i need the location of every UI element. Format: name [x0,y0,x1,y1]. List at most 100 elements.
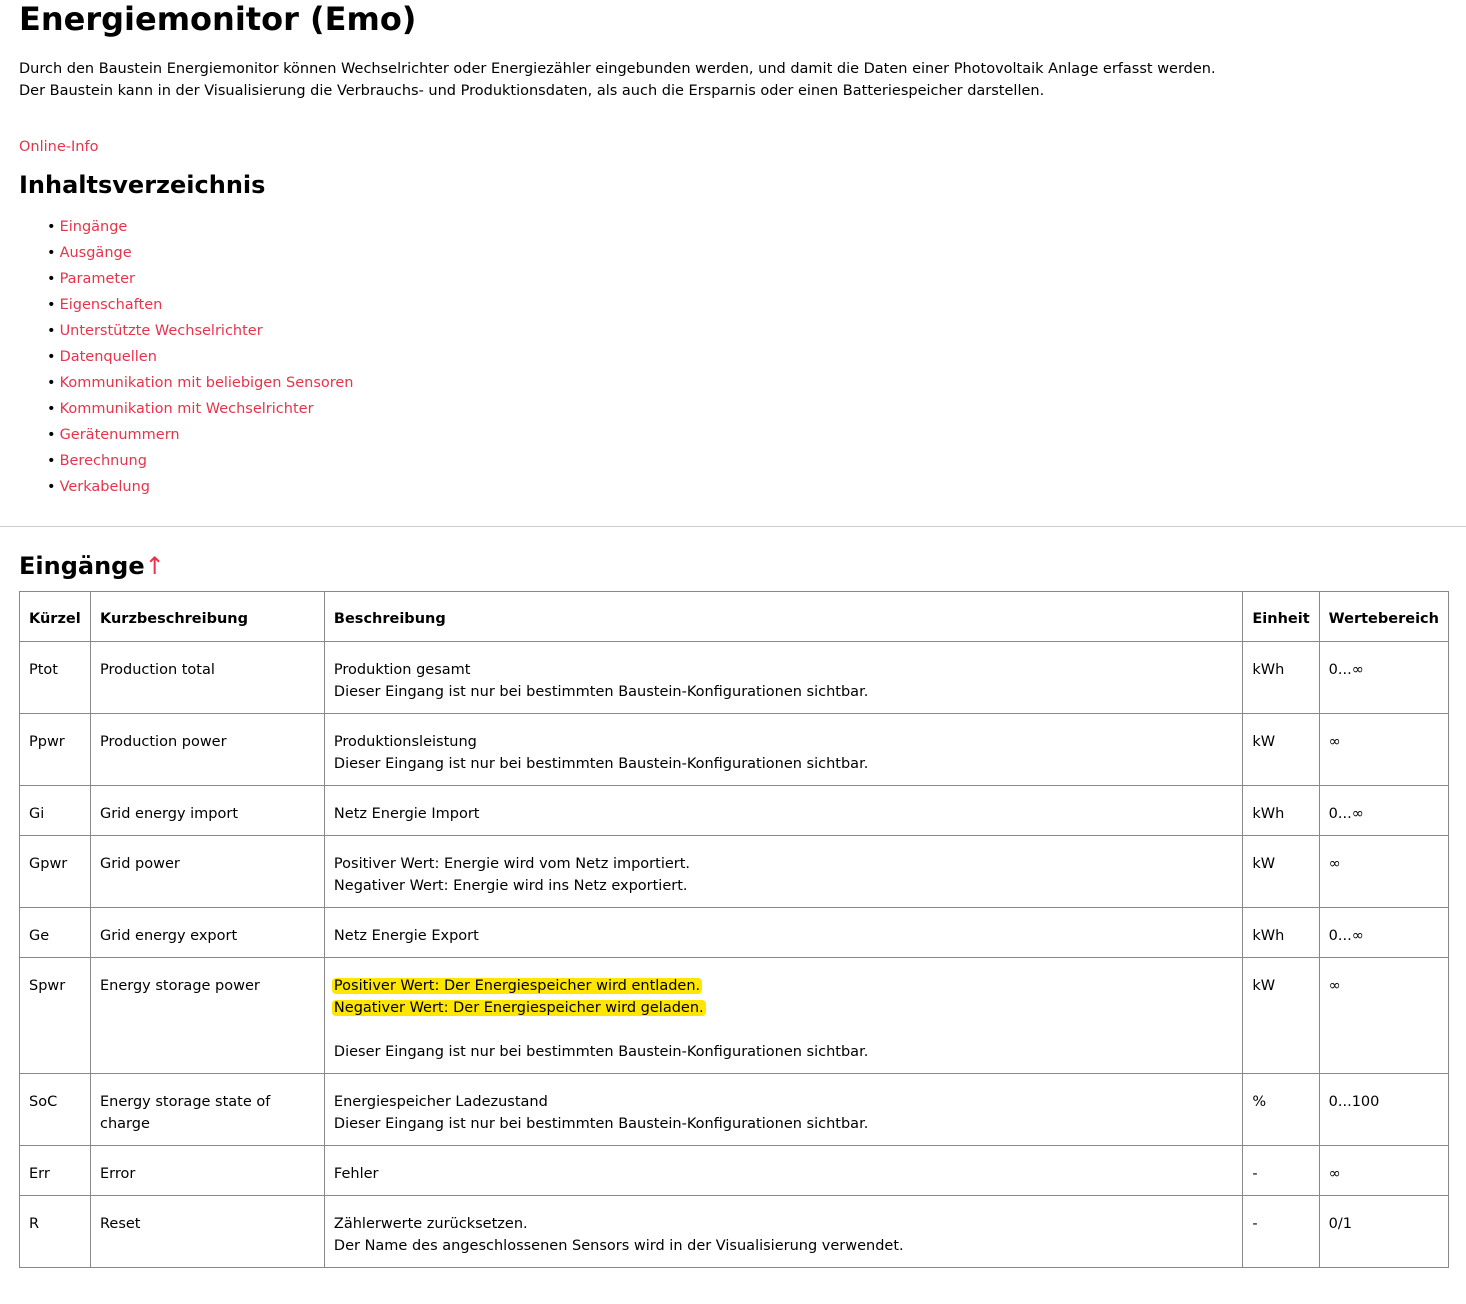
table-row: Gpwr Grid power Positiver Wert: Energie wi… [19,835,1450,908]
cell-unit: kW [1242,713,1320,786]
cell-range: 0...∞ [1318,907,1450,958]
cell-unit: - [1242,1145,1320,1196]
description-line: Netz Energie Export [334,925,1233,947]
cell-short-description: Grid energy export [89,907,325,958]
inputs-table: Kürzel Kurzbeschreibung Beschreibung Einhei… [19,591,1450,1268]
cell-range: ∞ [1318,957,1450,1074]
toc-link[interactable]: Kommunikation mit beliebigen Sensoren [60,375,354,391]
intro-text: Durch den Baustein Energiemonitor können… [19,58,1447,102]
back-to-top-link[interactable]: ↑ [145,552,165,580]
cell-unit: kW [1242,957,1320,1074]
table-row: Err Error Fehler - ∞ [19,1145,1450,1196]
section-title-text: Eingänge [19,552,145,580]
cell-range: ∞ [1318,713,1450,786]
description-text: Netz Energie Import [333,806,480,822]
table-row: R Reset Zählerwerte zurücksetzen. Der Name … [19,1195,1450,1268]
column-header: Wertebereich [1318,591,1450,642]
cell-unit: kWh [1242,907,1320,958]
description-line: Energiespeicher Ladezustand [334,1091,1233,1113]
highlighted-text: Negativer Wert: Der Energiespeicher wird… [331,1000,706,1016]
description-line: Produktion gesamt [334,659,1233,681]
table-row: Spwr Energy storage power Positiver Wert: … [19,957,1450,1074]
cell-range: 0...100 [1318,1073,1450,1146]
toc-link[interactable]: Berechnung [60,453,147,469]
description-line: Positiver Wert: Der Energiespeicher wird… [331,975,1233,997]
online-info-link[interactable]: Online-Info [19,136,1447,158]
toc-link[interactable]: Eingänge [60,219,128,235]
toc-link[interactable]: Eigenschaften [60,297,163,313]
description-text: Positiver Wert: Energie wird vom Netz im… [333,856,691,872]
toc-list: Eingänge Ausgänge Parameter Eigenschaften Un… [19,214,1447,500]
cell-short-description: Grid energy import [89,785,325,836]
description-text: Dieser Eingang ist nur bei bestimmten Ba… [333,1116,869,1132]
description-line: Positiver Wert: Energie wird vom Netz im… [334,853,1233,875]
cell-abbreviation: Spwr [19,957,91,1074]
toc-item: Eingänge [47,214,1447,240]
toc-item: Verkabelung [47,474,1447,500]
description-text: Energiespeicher Ladezustand [333,1094,548,1110]
description-line: Netz Energie Import [334,803,1233,825]
cell-abbreviation: Ge [19,907,91,958]
column-header: Kurzbeschreibung [89,591,325,642]
cell-description: Positiver Wert: Der Energiespeicher wird… [323,957,1244,1074]
description-line: Der Name des angeschlossenen Sensors wir… [334,1235,1233,1257]
toc-item: Berechnung [47,448,1447,474]
cell-short-description: Grid power [89,835,325,908]
cell-abbreviation: SoC [19,1073,91,1146]
toc-item: Eigenschaften [47,292,1447,318]
cell-short-description: Energy storage state of charge [89,1073,325,1146]
cell-unit: % [1242,1073,1320,1146]
cell-description: Fehler [323,1145,1244,1196]
toc-link[interactable]: Gerätenummern [60,427,180,443]
cell-range: 0...∞ [1318,785,1450,836]
description-text: Fehler [333,1166,379,1182]
toc-item: Kommunikation mit beliebigen Sensoren [47,370,1447,396]
description-line: Fehler [334,1163,1233,1185]
cell-unit: kWh [1242,641,1320,714]
cell-description: Energiespeicher Ladezustand Dieser Eingan… [323,1073,1244,1146]
cell-unit: kW [1242,835,1320,908]
toc-link[interactable]: Unterstützte Wechselrichter [60,323,263,339]
description-text: Zählerwerte zurücksetzen. [333,1216,528,1232]
toc-title: Inhaltsverzeichnis [19,171,266,199]
table-row: Ppwr Production power Produktionsleistung D… [19,713,1450,786]
column-header: Beschreibung [323,591,1244,642]
highlighted-text: Positiver Wert: Der Energiespeicher wird… [331,978,703,994]
table-row: Gi Grid energy import Netz Energie Import k… [19,785,1450,836]
table-header-row: Kürzel Kurzbeschreibung Beschreibung Einhei… [19,591,1450,642]
cell-unit: - [1242,1195,1320,1268]
column-header: Kürzel [19,591,91,642]
description-line: Dieser Eingang ist nur bei bestimmten Ba… [334,681,1233,703]
table-row: Ge Grid energy export Netz Energie Export k… [19,907,1450,958]
toc-item: Parameter [47,266,1447,292]
cell-abbreviation: Err [19,1145,91,1196]
cell-abbreviation: Gpwr [19,835,91,908]
cell-description: Produktion gesamt Dieser Eingang ist nur … [323,641,1244,714]
cell-range: ∞ [1318,1145,1450,1196]
intro-line: Durch den Baustein Energiemonitor können… [19,61,1216,77]
cell-short-description: Energy storage power [89,957,325,1074]
toc-link[interactable]: Kommunikation mit Wechselrichter [60,401,314,417]
toc-link[interactable]: Ausgänge [60,245,132,261]
toc-item: Unterstützte Wechselrichter [47,318,1447,344]
cell-description: Produktionsleistung Dieser Eingang ist nu… [323,713,1244,786]
cell-range: ∞ [1318,835,1450,908]
cell-unit: kWh [1242,785,1320,836]
description-text: Negativer Wert: Energie wird ins Netz ex… [333,878,688,894]
description-line [334,1019,1233,1041]
toc-link[interactable]: Datenquellen [60,349,157,365]
toc-item: Gerätenummern [47,422,1447,448]
description-text: Der Name des angeschlossenen Sensors wir… [333,1238,904,1254]
toc-item: Ausgänge [47,240,1447,266]
description-line: Dieser Eingang ist nur bei bestimmten Ba… [334,1113,1233,1135]
description-line: Dieser Eingang ist nur bei bestimmten Ba… [334,753,1233,775]
section-title: Eingänge↑ [19,551,1447,581]
toc-item: Datenquellen [47,344,1447,370]
column-header: Einheit [1242,591,1320,642]
toc-item: Kommunikation mit Wechselrichter [47,396,1447,422]
description-line: Negativer Wert: Der Energiespeicher wird… [331,997,1233,1019]
toc-link[interactable]: Verkabelung [60,479,150,495]
toc-link[interactable]: Parameter [60,271,135,287]
cell-short-description: Reset [89,1195,325,1268]
description-text: Dieser Eingang ist nur bei bestimmten Ba… [333,756,869,772]
